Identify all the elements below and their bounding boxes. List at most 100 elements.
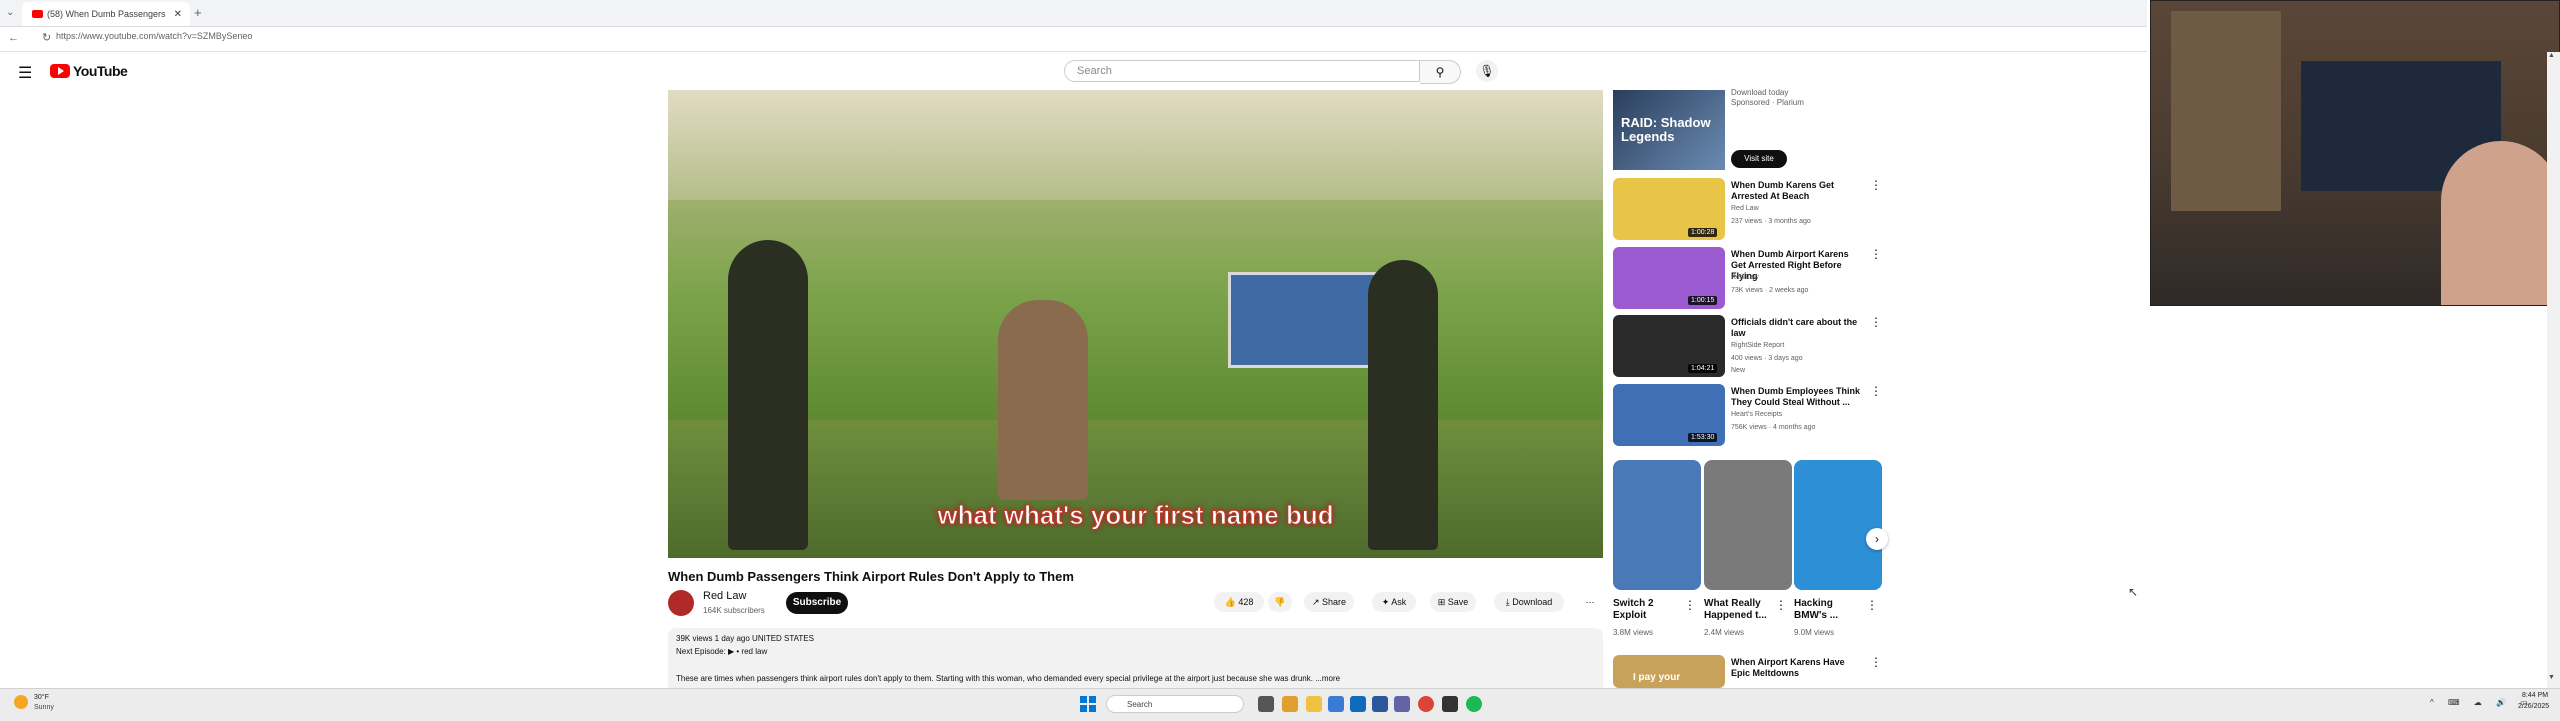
mouse-cursor-icon: ↖ bbox=[2128, 585, 2139, 599]
recommended-channel[interactable]: Red Law bbox=[1731, 274, 1759, 281]
clock-date[interactable]: 2/26/2025 bbox=[2518, 703, 2549, 710]
app-icon[interactable] bbox=[1282, 696, 1298, 712]
more-options-icon[interactable]: ⋮ bbox=[1870, 655, 1882, 669]
recommended-channel[interactable]: RightSide Report bbox=[1731, 342, 1784, 349]
ask-button[interactable]: ✦ Ask bbox=[1372, 592, 1416, 612]
app-icon[interactable] bbox=[1442, 696, 1458, 712]
windows-start-icon[interactable] bbox=[1080, 696, 1096, 712]
recommended-title[interactable]: Officials didn't care about the law bbox=[1731, 317, 1863, 339]
dislike-button[interactable]: 👎 bbox=[1268, 592, 1292, 612]
recommended-title[interactable]: When Dumb Employees Think They Could Ste… bbox=[1731, 386, 1863, 408]
menu-icon[interactable]: ☰ bbox=[18, 63, 32, 83]
url-field[interactable]: https://www.youtube.com/watch?v=SZMBySen… bbox=[56, 31, 252, 41]
back-reload-buttons[interactable]: ← ↻ bbox=[8, 31, 61, 44]
youtube-favicon-icon bbox=[32, 10, 43, 18]
more-options-icon[interactable]: ⋮ bbox=[1870, 384, 1882, 398]
like-button[interactable]: 👍 428 bbox=[1214, 592, 1264, 612]
recommended-meta: 756K views · 4 months ago bbox=[1731, 424, 1816, 431]
taskbar-search[interactable]: Search bbox=[1106, 695, 1244, 713]
weather-condition: Sunny bbox=[34, 704, 54, 711]
task-view-icon[interactable] bbox=[1258, 696, 1274, 712]
subscriber-count: 164K subscribers bbox=[703, 606, 765, 615]
short-thumbnail[interactable] bbox=[1613, 460, 1701, 590]
channel-name[interactable]: Red Law bbox=[703, 590, 746, 602]
share-button[interactable]: ↗ Share bbox=[1304, 592, 1354, 612]
video-duration: 1:00:28 bbox=[1688, 228, 1718, 237]
recommended-channel[interactable]: Heart's Receipts bbox=[1731, 411, 1782, 418]
close-tab-icon[interactable]: ✕ bbox=[174, 9, 182, 20]
webcam-scene-shelf bbox=[2171, 11, 2281, 211]
subscribe-button[interactable]: Subscribe bbox=[786, 592, 848, 614]
recommended-meta: 237 views · 3 months ago bbox=[1731, 218, 1811, 225]
video-caption: what what's your first name bud bbox=[937, 500, 1334, 531]
chrome-icon[interactable] bbox=[1418, 696, 1434, 712]
channel-avatar[interactable] bbox=[668, 590, 694, 616]
edge-browser-icon[interactable] bbox=[1350, 696, 1366, 712]
more-options-icon[interactable]: ⋮ bbox=[1866, 598, 1878, 612]
new-badge: New bbox=[1731, 367, 1746, 374]
video-scene-ceiling bbox=[668, 90, 1603, 200]
recommended-channel[interactable]: Red Law bbox=[1731, 205, 1759, 212]
short-title[interactable]: Switch 2 Exploit bbox=[1613, 598, 1683, 622]
download-button[interactable]: ⤓ Download bbox=[1494, 592, 1564, 612]
tab-list-button[interactable]: ⌄ bbox=[6, 7, 14, 18]
recommended-meta: 73K views · 2 weeks ago bbox=[1731, 287, 1809, 294]
app-icon[interactable] bbox=[1372, 696, 1388, 712]
save-button[interactable]: ⊞ Save bbox=[1430, 592, 1476, 612]
video-duration: 1:00:15 bbox=[1688, 296, 1718, 305]
recommended-thumbnail[interactable]: I pay your bbox=[1613, 655, 1725, 688]
short-thumbnail[interactable] bbox=[1794, 460, 1882, 590]
youtube-logo[interactable]: YouTube bbox=[50, 63, 128, 79]
webcam-overlay bbox=[2150, 0, 2560, 306]
file-explorer-icon[interactable] bbox=[1306, 696, 1322, 712]
address-bar bbox=[0, 27, 2147, 52]
short-title[interactable]: What Really Happened t... bbox=[1704, 598, 1774, 622]
browser-tab[interactable]: (58) When Dumb Passengers ✕ bbox=[22, 2, 190, 26]
more-options-icon[interactable]: ⋮ bbox=[1870, 178, 1882, 192]
search-input[interactable]: Search bbox=[1064, 60, 1420, 82]
scroll-up-arrow-icon[interactable]: ▲ bbox=[2548, 52, 2555, 59]
recommended-title[interactable]: When Airport Karens Have Epic Meltdowns bbox=[1731, 657, 1863, 679]
recommended-meta: 400 views · 3 days ago bbox=[1731, 355, 1803, 362]
next-episode-link[interactable]: Next Episode: ▶ • red law bbox=[676, 647, 767, 656]
video-duration: 1:53:30 bbox=[1688, 433, 1718, 442]
short-views: 3.8M views bbox=[1613, 628, 1654, 637]
app-icon[interactable] bbox=[1394, 696, 1410, 712]
video-title: When Dumb Passengers Think Airport Rules… bbox=[668, 569, 1074, 584]
weather-sun-icon[interactable] bbox=[14, 695, 28, 709]
new-tab-button[interactable]: + bbox=[194, 5, 202, 20]
more-options-icon[interactable]: ⋮ bbox=[1870, 315, 1882, 329]
windows-taskbar bbox=[0, 688, 2560, 721]
video-player[interactable] bbox=[668, 90, 1603, 558]
ad-sponsor: Sponsored · Plarium bbox=[1731, 98, 1804, 107]
video-scene-floor bbox=[668, 420, 1603, 558]
spotify-icon[interactable] bbox=[1466, 696, 1482, 712]
short-views: 2.4M views bbox=[1704, 628, 1745, 637]
browser-tab-bar bbox=[0, 0, 2147, 27]
video-scene-sign bbox=[1228, 272, 1384, 368]
ad-thumbnail[interactable]: RAID: Shadow Legends bbox=[1613, 90, 1725, 170]
video-duration: 1:04:21 bbox=[1688, 364, 1718, 373]
short-title[interactable]: Hacking BMW's ... bbox=[1794, 598, 1864, 622]
short-thumbnail[interactable] bbox=[1704, 460, 1792, 590]
page-scrollbar[interactable] bbox=[2547, 52, 2560, 688]
search-icon[interactable]: ⚲ bbox=[1420, 60, 1461, 84]
description-text: These are times when passengers think ai… bbox=[676, 674, 1341, 683]
clock-time[interactable]: 8:44 PM bbox=[2522, 692, 2548, 699]
scroll-down-arrow-icon[interactable]: ▼ bbox=[2548, 674, 2555, 681]
weather-temp: 30°F bbox=[34, 694, 49, 701]
youtube-play-icon bbox=[50, 64, 70, 78]
more-options-icon[interactable]: ⋮ bbox=[1870, 247, 1882, 261]
tab-title: (58) When Dumb Passengers bbox=[47, 9, 166, 19]
microphone-icon[interactable]: 🎙 bbox=[1476, 60, 1498, 82]
recommended-title[interactable]: When Dumb Karens Get Arrested At Beach bbox=[1731, 180, 1863, 202]
shorts-next-button[interactable]: › bbox=[1866, 528, 1888, 550]
ad-line-1: Download today bbox=[1731, 88, 1789, 97]
visit-site-button[interactable]: Visit site bbox=[1731, 150, 1787, 168]
more-options-icon[interactable]: ⋮ bbox=[1684, 598, 1696, 612]
short-views: 9.0M views bbox=[1794, 628, 1835, 637]
more-options-icon[interactable]: ⋮ bbox=[1775, 598, 1787, 612]
app-icon[interactable] bbox=[1328, 696, 1344, 712]
more-actions-button[interactable]: ⋯ bbox=[1580, 592, 1600, 612]
video-person-passenger bbox=[998, 300, 1088, 500]
